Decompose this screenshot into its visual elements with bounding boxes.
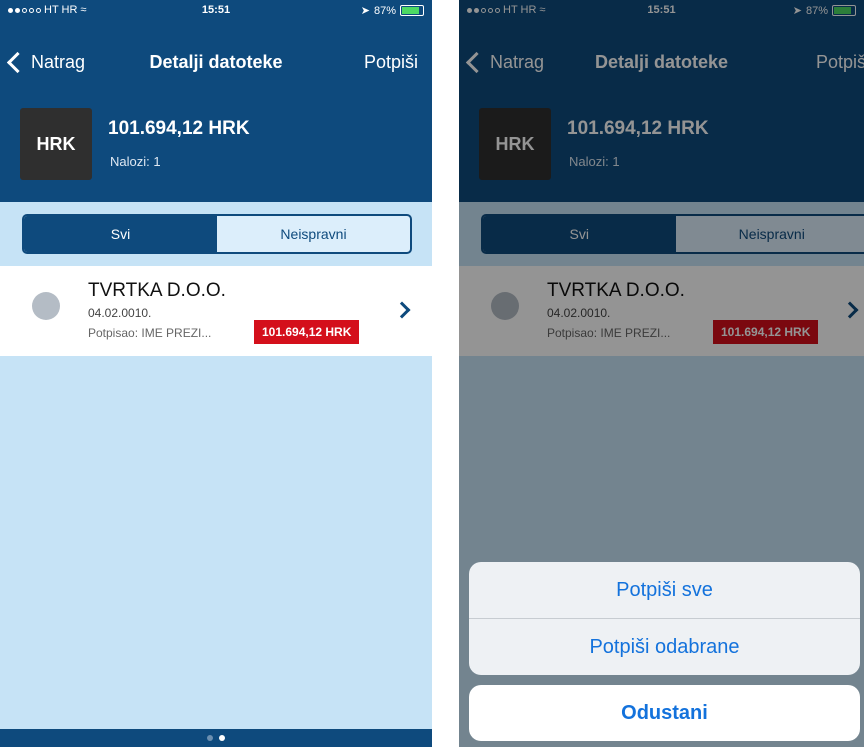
location-icon: ➤	[360, 5, 370, 17]
cancel-button[interactable]: Odustani	[469, 685, 860, 741]
page-dot	[207, 735, 213, 741]
action-sheet-options: Potpiši sve Potpiši odabrane	[469, 562, 860, 675]
signed-by: Potpisao: IME PREZI...	[88, 326, 212, 340]
total-amount: 101.694,12 HRK	[108, 118, 250, 139]
sign-button[interactable]: Potpiši	[364, 52, 418, 73]
tab-all[interactable]: Svi	[24, 216, 217, 252]
battery-icon	[400, 5, 424, 16]
orders-count: Nalozi: 1	[110, 154, 161, 169]
tab-invalid[interactable]: Neispravni	[217, 216, 410, 252]
selection-circle[interactable]	[32, 292, 60, 320]
file-summary: HRK 101.694,12 HRK Nalozi: 1	[0, 96, 432, 202]
screen-file-details-action-sheet: HT HR ≈ 15:51 ➤ 87% Natrag Detalji datot…	[459, 0, 864, 747]
battery-percent: 87%	[373, 4, 396, 17]
navigation-bar: Natrag Detalji datoteke Potpiši	[0, 22, 432, 96]
page-dot-active	[219, 735, 225, 741]
chevron-right-icon	[393, 301, 411, 319]
action-sheet: Potpiši sve Potpiši odabrane Odustani	[469, 562, 860, 741]
list-item[interactable]: TVRTKA D.O.O. 04.02.0010. Potpisao: IME …	[0, 266, 432, 356]
page-indicator	[0, 735, 432, 741]
sign-selected-button[interactable]: Potpiši odabrane	[469, 618, 860, 675]
currency-badge: HRK	[20, 108, 92, 180]
order-date: 04.02.0010.	[88, 306, 152, 320]
filter-bar: Svi Neispravni	[0, 202, 432, 266]
sign-all-button[interactable]: Potpiši sve	[469, 562, 860, 618]
status-bar: HT HR ≈ 15:51 ➤ 87%	[0, 0, 432, 22]
screen-file-details: HT HR ≈ 15:51 ➤ 87% Natrag Detalji datot…	[0, 0, 432, 747]
page-indicator-bar	[0, 729, 432, 747]
company-name: TVRTKA D.O.O.	[88, 280, 226, 301]
segmented-control: Svi Neispravni	[22, 214, 412, 254]
amount-badge: 101.694,12 HRK	[254, 320, 360, 344]
